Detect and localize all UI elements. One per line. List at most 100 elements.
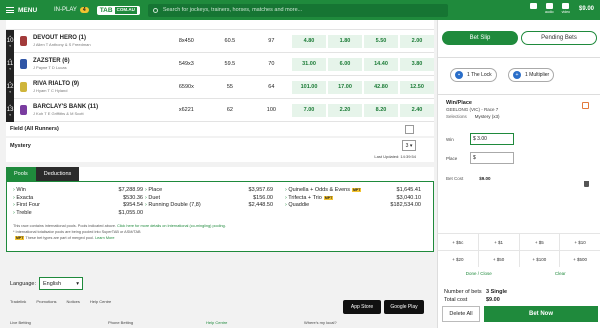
video-icon[interactable]: video <box>562 3 570 14</box>
runner-weight: 55 <box>226 84 233 90</box>
keypad-button[interactable]: + $20 <box>438 251 479 267</box>
odds-button[interactable]: 2.20 <box>328 103 363 117</box>
win-stake-input[interactable]: $ 3.00 <box>470 133 514 145</box>
runner-name[interactable]: ZAZSTER (6) <box>33 58 166 64</box>
odds-button[interactable]: 7.00 <box>292 103 327 117</box>
keypad-button[interactable]: + $100 <box>520 251 561 267</box>
footer-col[interactable]: Help Centre <box>206 320 304 325</box>
footer-columns: Live Betting Phone Betting Help Centre W… <box>10 320 402 325</box>
field-checkbox[interactable] <box>405 124 414 134</box>
menu-button[interactable]: MENU <box>0 7 48 14</box>
runner-row: ▲ 13 ▼ BARCLAY'S BANK (11) J Koh T E Griffit… <box>6 98 435 122</box>
trash-icon[interactable] <box>584 181 589 187</box>
odds-button[interactable]: 2.40 <box>400 103 435 117</box>
language-dropdown[interactable]: English ▾ <box>39 277 83 290</box>
odds-button[interactable]: 1.80 <box>328 34 363 48</box>
clear-button[interactable]: Clear <box>520 267 600 279</box>
account-icon[interactable] <box>530 3 538 14</box>
odds-button[interactable]: 2.00 <box>400 34 435 48</box>
pool-row[interactable]: Quinella + Odds & EvensMPT$1,645.41 <box>285 187 421 195</box>
mystery-select[interactable]: 3 ▾ <box>402 140 416 151</box>
odds-button[interactable]: 3.80 <box>400 57 435 71</box>
tab-deductions[interactable]: Deductions <box>35 167 80 181</box>
odds-button[interactable]: 5.50 <box>364 34 399 48</box>
odds-button[interactable]: 4.80 <box>292 34 327 48</box>
footer-col[interactable]: Phone Betting <box>108 320 206 325</box>
edit-icon[interactable] <box>582 102 589 109</box>
odds-button[interactable]: 101.00 <box>292 80 327 94</box>
runner-rating: 70 <box>268 61 275 67</box>
pool-row[interactable]: First Four$954.54 <box>13 202 143 210</box>
search-placeholder: Search for jockeys, trainers, horses, ma… <box>162 7 303 13</box>
pool-row[interactable]: Treble$1,055.00 <box>13 210 143 218</box>
pool-row[interactable]: Quaddie$182,534.00 <box>285 202 421 210</box>
keypad-button[interactable]: + $5 <box>520 234 561 250</box>
intl-pool-link[interactable]: Click here for more details on Internati… <box>117 224 226 228</box>
last-updated: Last Updated: 14:39:54 <box>374 154 416 159</box>
mystery-label: Mystery <box>10 143 31 149</box>
footer-link[interactable]: Promotions <box>36 299 56 304</box>
account-balance[interactable]: $9.00 <box>579 6 594 12</box>
odds-button[interactable]: 12.50 <box>400 80 435 94</box>
learn-more-link[interactable]: Learn More <box>95 236 114 240</box>
place-label: Place <box>446 156 458 161</box>
odds-button[interactable]: 8.20 <box>364 103 399 117</box>
odds-button[interactable]: 14.40 <box>364 57 399 71</box>
keypad-button[interactable]: + $5c <box>438 234 479 250</box>
runner-form: x6221 <box>178 107 194 113</box>
jockey-trainer: J Hyam T C Hyland <box>32 88 68 93</box>
keypad-button[interactable]: + $50 <box>479 251 520 267</box>
pool-value: $3,040.10 <box>396 194 421 201</box>
the-lock-button[interactable]: ▪ 1 The Lock <box>450 68 497 82</box>
odds-button[interactable]: 17.00 <box>328 80 363 94</box>
audio-icon[interactable]: audio <box>545 3 554 14</box>
footer-col[interactable]: Where's my local? <box>304 320 402 325</box>
done-close-button[interactable]: Done / Close <box>438 267 520 279</box>
inplay-button[interactable]: IN-PLAY 4 <box>54 7 89 13</box>
tab-pending-bets[interactable]: Pending Bets <box>521 31 597 45</box>
keypad-button[interactable]: + $500 <box>560 251 600 267</box>
pool-row[interactable]: Trifecta + TrioMPT$3,040.10 <box>285 195 421 203</box>
runner-name[interactable]: BARCLAY'S BANK (11) <box>33 104 166 110</box>
tab-pools[interactable]: Pools <box>6 167 36 181</box>
tab-bet-slip[interactable]: Bet Slip <box>442 31 518 45</box>
delete-all-button[interactable]: Delete All <box>442 306 480 322</box>
pool-row[interactable]: Duet$156.00 <box>145 195 273 203</box>
runner-name[interactable]: DEVOUT HERO (1) <box>33 35 166 41</box>
keypad-button[interactable]: + $10 <box>560 234 600 250</box>
keypad-button[interactable]: + $1 <box>479 234 520 250</box>
runner-weight: 62 <box>226 107 233 113</box>
odds-button[interactable]: 6.00 <box>328 57 363 71</box>
runner-form: 6590x <box>178 84 194 90</box>
mystery-row: Mystery 3 ▾ Last Updated: 14:39:54 <box>6 138 434 162</box>
pool-row[interactable]: Exacta$530.36 <box>13 195 143 203</box>
google-play-button[interactable]: Google Play <box>384 300 424 314</box>
pool-row[interactable]: Win$7,288.99 <box>13 187 143 195</box>
footer-link[interactable]: Tradelink <box>10 299 26 304</box>
pools-body: Win$7,288.99Exacta$530.36First Four$954.… <box>6 181 434 252</box>
footer-link[interactable]: Help Centre <box>90 299 111 304</box>
pool-value: $156.00 <box>253 194 273 201</box>
jockey-silk-icon <box>20 105 27 115</box>
pool-row[interactable]: Place$3,957.69 <box>145 187 273 195</box>
pool-row[interactable]: Running Double (7,8)$2,448.50 <box>145 202 273 210</box>
search-input[interactable]: Search for jockeys, trainers, horses, ma… <box>147 3 448 17</box>
jockey-silk-icon <box>20 82 27 92</box>
table-row <box>6 20 434 30</box>
footer-link[interactable]: Notices <box>67 299 80 304</box>
tab-logo[interactable]: TAB COM.AU <box>96 5 140 15</box>
runner-row: ▲ 10 ▼ DEVOUT HERO (1) J Allen T Anthony & S… <box>6 29 435 53</box>
selection: Selections Mystery (x3) <box>446 114 500 119</box>
runner-name[interactable]: RIVA RIALTO (9) <box>33 81 166 87</box>
bet-now-button[interactable]: Bet Now <box>484 306 598 322</box>
odds-button[interactable]: 42.80 <box>364 80 399 94</box>
footer-col[interactable]: Live Betting <box>10 320 108 325</box>
place-stake-input[interactable]: $ <box>470 152 514 164</box>
odds-button[interactable]: 31.00 <box>292 57 327 71</box>
runner-number: ▲ 10 ▼ <box>6 29 15 53</box>
app-store-button[interactable]: App Store <box>343 300 381 314</box>
lock-icon: ▪ <box>455 71 463 79</box>
multiplier-button[interactable]: + 1 Multiplier <box>508 68 555 82</box>
top-icons: audio video <box>522 3 570 14</box>
race-name: GEELONG (VIC) - Race 7 <box>446 107 499 112</box>
